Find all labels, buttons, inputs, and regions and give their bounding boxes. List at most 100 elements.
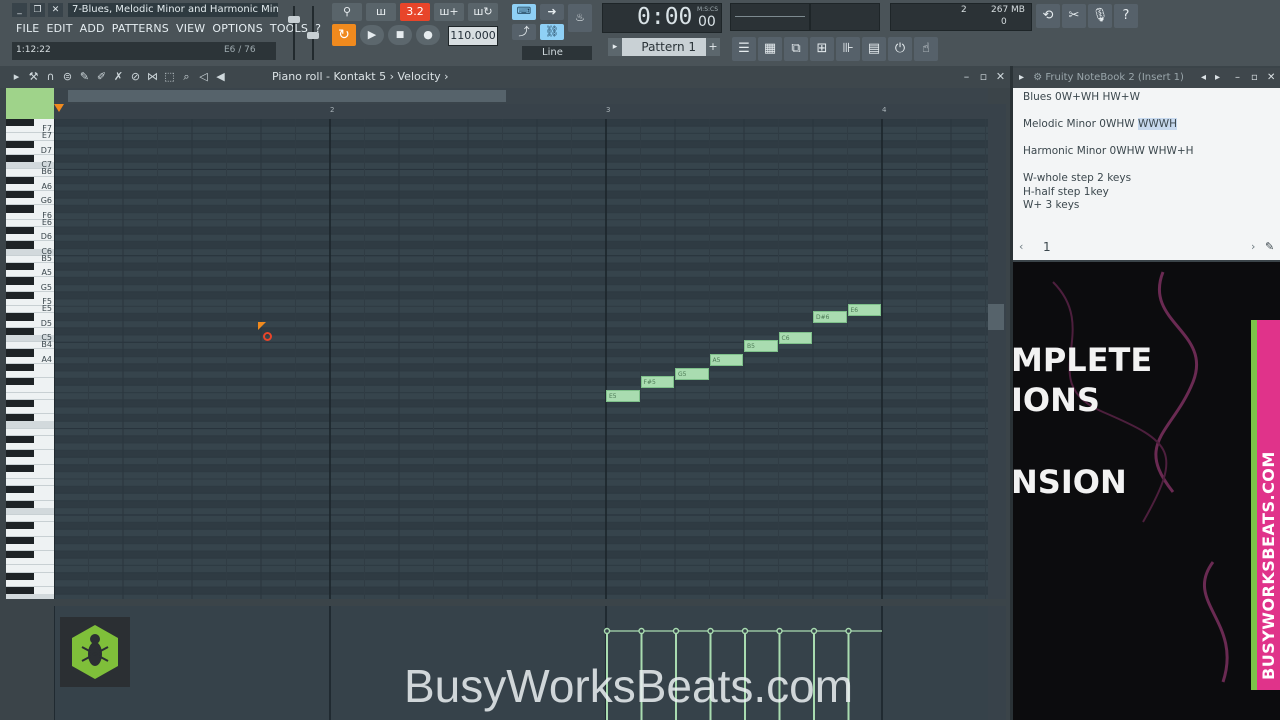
- velocity-handle[interactable]: [638, 627, 645, 635]
- piano-key[interactable]: [6, 450, 34, 458]
- piano-key[interactable]: [6, 349, 34, 357]
- select-tool-icon[interactable]: ⬚: [161, 68, 178, 86]
- pattern-color-swatch[interactable]: [6, 88, 54, 119]
- velocity-handle[interactable]: [672, 627, 680, 635]
- countdown-icon[interactable]: 3.2: [400, 3, 430, 21]
- loop-record-icon[interactable]: ш↻: [468, 3, 498, 21]
- velocity-handle[interactable]: [741, 627, 749, 635]
- browser-icon[interactable]: ⊞: [810, 37, 834, 61]
- piano-key[interactable]: [6, 277, 34, 285]
- playhead-marker[interactable]: [54, 104, 64, 112]
- piano-key[interactable]: [6, 263, 34, 271]
- options-arrow-icon[interactable]: ▸: [8, 68, 25, 86]
- piano-key[interactable]: [6, 565, 54, 573]
- close-icon[interactable]: ✕: [48, 3, 63, 17]
- draw-icon[interactable]: ✎: [76, 68, 93, 86]
- menu-patterns[interactable]: PATTERNS: [112, 22, 169, 35]
- piano-key[interactable]: [6, 399, 34, 407]
- piano-key[interactable]: [6, 479, 54, 487]
- piano-key[interactable]: [6, 522, 34, 530]
- velocity-handle[interactable]: [776, 627, 783, 635]
- piano-key[interactable]: [6, 119, 34, 127]
- mixer-icon[interactable]: ⊪: [836, 37, 860, 61]
- microphone-icon[interactable]: 🎙: [1088, 4, 1112, 28]
- piano-key[interactable]: [6, 378, 34, 386]
- piano-key[interactable]: [6, 486, 34, 494]
- master-volume-slider[interactable]: [288, 6, 300, 60]
- piano-key[interactable]: [6, 543, 54, 551]
- piano-key[interactable]: [6, 500, 34, 508]
- notebook-close-icon[interactable]: ✕: [1267, 68, 1275, 88]
- piano-key[interactable]: [6, 493, 54, 501]
- restore-icon[interactable]: ❐: [30, 3, 45, 17]
- pattern-prev-icon[interactable]: ▸: [608, 38, 622, 56]
- slice-tool-icon[interactable]: ⋈: [144, 68, 161, 86]
- piano-key[interactable]: [6, 594, 54, 599]
- record-button[interactable]: ●: [416, 25, 440, 45]
- notebook-next-icon[interactable]: ▸: [1215, 68, 1220, 88]
- cut-icon[interactable]: ✂: [1062, 4, 1086, 28]
- piano-key[interactable]: [6, 205, 34, 213]
- piano-key[interactable]: [6, 579, 54, 587]
- notebook-page-next-icon[interactable]: ›: [1251, 240, 1255, 253]
- piano-key[interactable]: [6, 572, 34, 580]
- piano-key[interactable]: [6, 392, 54, 400]
- piano-key[interactable]: [6, 421, 54, 429]
- piano-key[interactable]: [6, 407, 54, 415]
- pattern-selector[interactable]: Pattern 1: [622, 38, 706, 56]
- note[interactable]: E5: [606, 390, 640, 403]
- piano-key[interactable]: [6, 558, 54, 566]
- delete-tool-icon[interactable]: ✗: [110, 68, 127, 86]
- menu-add[interactable]: ADD: [80, 22, 105, 35]
- piano-key[interactable]: [6, 140, 34, 148]
- piano-key[interactable]: [6, 313, 34, 321]
- notebook-gear-icon[interactable]: ⚙: [1033, 72, 1042, 83]
- piano-key[interactable]: [6, 291, 34, 299]
- note[interactable]: C6: [778, 332, 812, 345]
- stop-button[interactable]: ■: [388, 25, 412, 45]
- touch-controller-icon[interactable]: ☝: [914, 37, 938, 61]
- wrench-icon[interactable]: ⚒: [25, 68, 42, 86]
- menu-options[interactable]: OPTIONS: [212, 22, 263, 35]
- breadcrumb-instrument[interactable]: Kontakt 5: [333, 70, 386, 83]
- piano-roll-close-icon[interactable]: ✕: [992, 68, 1009, 86]
- playlist-icon[interactable]: ☰: [732, 37, 756, 61]
- piano-key[interactable]: [6, 227, 34, 235]
- channel-rack-icon[interactable]: ▦: [758, 37, 782, 61]
- piano-roll-maximize-icon[interactable]: ▫: [975, 68, 992, 86]
- piano-key[interactable]: [6, 327, 34, 335]
- notebook-text[interactable]: Blues 0W+WH HW+W Melodic Minor 0WHW WWWH H…: [1023, 91, 1259, 213]
- menu-edit[interactable]: EDIT: [46, 22, 72, 35]
- piano-key[interactable]: [6, 529, 54, 537]
- vertical-scrollbar-thumb[interactable]: [988, 304, 1004, 330]
- velocity-handle[interactable]: [845, 627, 852, 635]
- notebook-edit-icon[interactable]: ✎: [1265, 240, 1274, 253]
- piano-key[interactable]: [6, 241, 34, 249]
- typing-keyboard-icon[interactable]: ⌨: [512, 4, 536, 20]
- piano-key[interactable]: [6, 587, 34, 595]
- wait-input-icon[interactable]: ш: [366, 3, 396, 21]
- piano-key[interactable]: [6, 515, 54, 523]
- piano-key[interactable]: [6, 536, 34, 544]
- velocity-handle[interactable]: [810, 627, 818, 635]
- velocity-handle[interactable]: [603, 627, 611, 635]
- piano-key[interactable]: [6, 507, 54, 515]
- velocity-scrollbar[interactable]: [988, 606, 1006, 720]
- piano-key[interactable]: [6, 551, 34, 559]
- notebook-page-prev-icon[interactable]: ‹: [1019, 240, 1023, 253]
- project-info-icon[interactable]: ▤: [862, 37, 886, 61]
- tempo-display[interactable]: 110.000: [448, 26, 498, 46]
- mute-tool-icon[interactable]: ⊘: [127, 68, 144, 86]
- note-grid[interactable]: E5 F#5 G5 A5 B5 C6 D#6 E6: [54, 119, 988, 599]
- zoom-tool-icon[interactable]: ⌕: [178, 68, 195, 86]
- arrow-right-icon[interactable]: ➜: [540, 4, 564, 20]
- velocity-handle[interactable]: [707, 627, 714, 635]
- paint-icon[interactable]: ✐: [93, 68, 110, 86]
- piano-key[interactable]: [6, 363, 34, 371]
- snap-select[interactable]: Line: [522, 46, 592, 60]
- piano-keyboard[interactable]: F7 E7 D7 C7 B6 A6 G6 F6 E6 D6 C6 B5 A5 G5 F5 E5 D5 C5 B4 A4: [6, 119, 54, 599]
- note[interactable]: D#6: [813, 310, 847, 323]
- breadcrumb-velocity[interactable]: Velocity: [398, 70, 441, 83]
- undo-history-icon[interactable]: ⟲: [1036, 4, 1060, 28]
- piano-key[interactable]: [6, 155, 34, 163]
